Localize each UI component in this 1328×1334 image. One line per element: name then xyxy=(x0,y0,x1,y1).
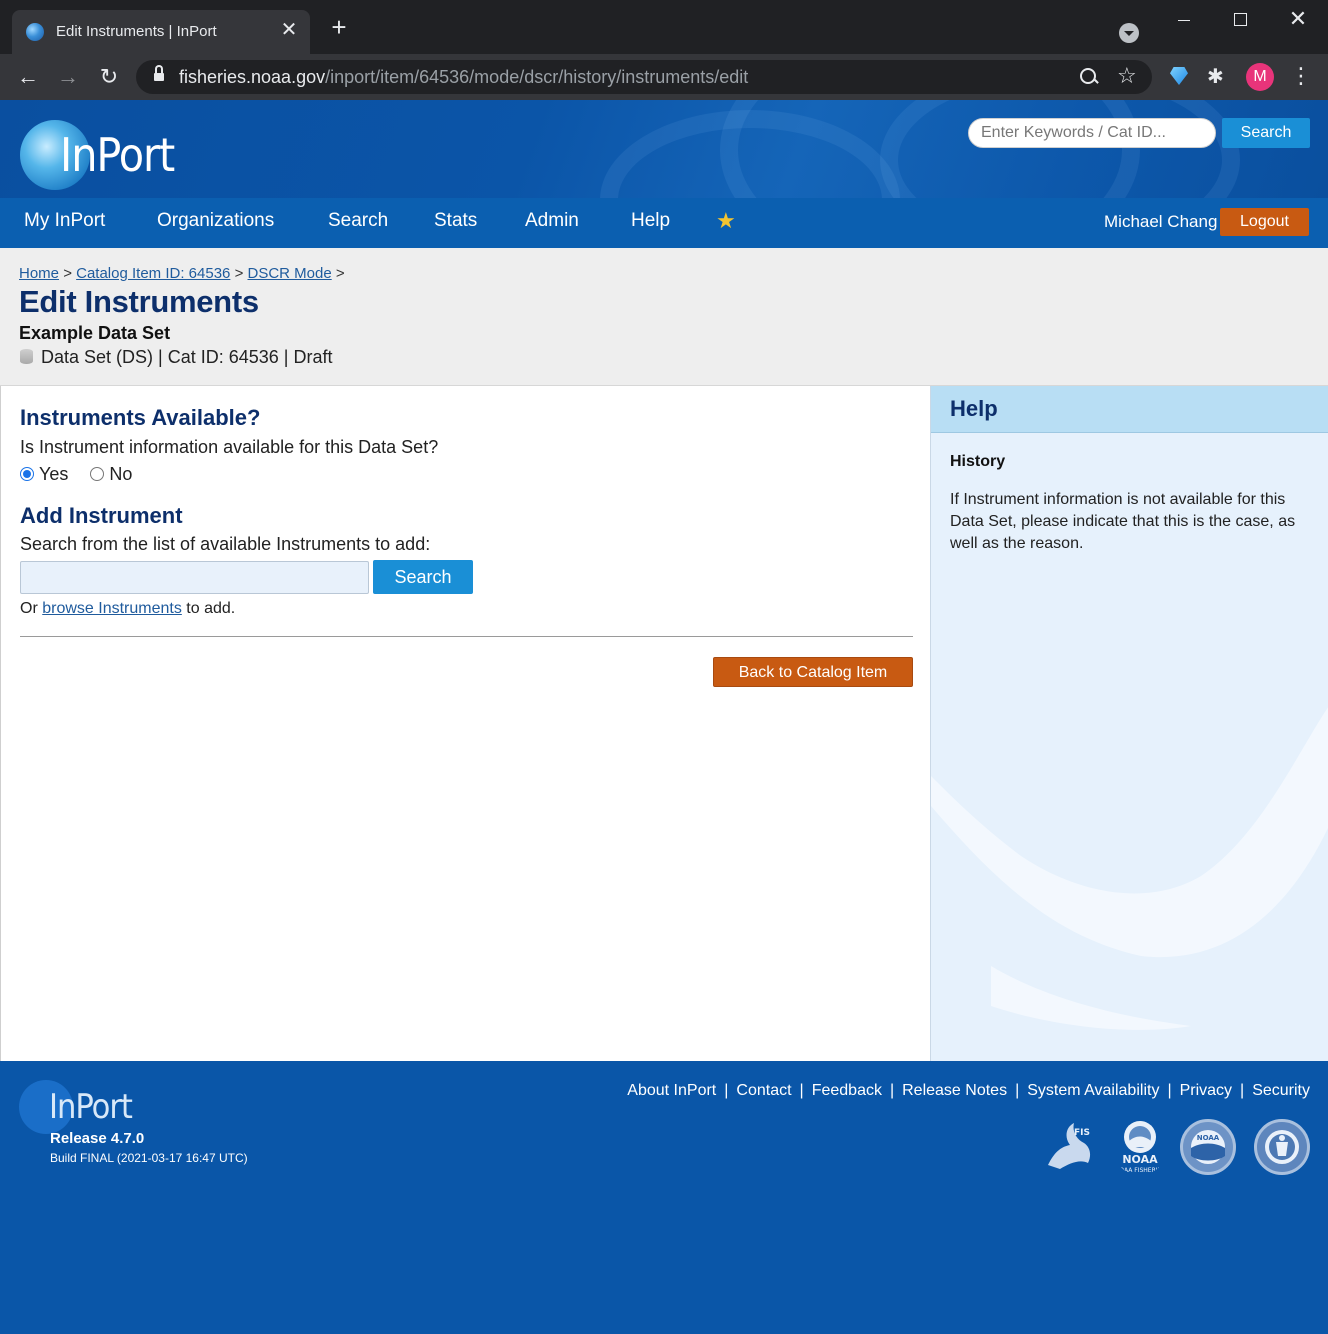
radio-no[interactable] xyxy=(90,467,105,481)
back-arrow-icon[interactable]: ← xyxy=(14,63,42,91)
footer-link-privacy[interactable]: Privacy xyxy=(1180,1082,1232,1099)
bookmark-star-icon[interactable]: ☆ xyxy=(1117,63,1137,89)
header-search-button[interactable]: Search xyxy=(1222,118,1310,148)
site-header: InPort Enter Keywords / Cat ID... Search xyxy=(0,100,1328,198)
release-version: Release 4.7.0 xyxy=(50,1130,145,1147)
breadcrumb-separator: > xyxy=(63,265,72,282)
back-to-catalog-item-button[interactable]: Back to Catalog Item xyxy=(713,657,913,687)
instruments-available-heading: Instruments Available? xyxy=(20,405,261,430)
help-subtitle: History xyxy=(950,453,1006,470)
noaa-seal-icon[interactable]: NOAA xyxy=(1180,1119,1236,1175)
browser-toolbar: ← → ↻ fisheries.noaa.gov/inport/item/645… xyxy=(0,54,1328,100)
footer-link-feedback[interactable]: Feedback xyxy=(812,1082,882,1099)
fis-logo-icon[interactable]: FIS xyxy=(1040,1119,1096,1175)
divider xyxy=(20,636,913,637)
help-title: Help xyxy=(950,396,998,421)
breadcrumb-dscr-mode[interactable]: DSCR Mode xyxy=(248,265,332,282)
breadcrumb-separator: > xyxy=(234,265,244,282)
breadcrumb-separator: > xyxy=(335,265,345,282)
browse-instruments-link[interactable]: browse Instruments xyxy=(42,600,182,617)
build-info: Build FINAL (2021-03-17 16:47 UTC) xyxy=(50,1151,248,1165)
page-title: Edit Instruments xyxy=(19,284,259,319)
inport-logo[interactable]: InPort xyxy=(20,120,175,190)
instruments-radio-group: Yes No xyxy=(20,464,132,485)
instrument-search-button[interactable]: Search xyxy=(373,560,473,594)
item-meta-text: Data Set (DS) | Cat ID: 64536 | Draft xyxy=(41,347,333,367)
close-window-icon[interactable]: ✕ xyxy=(1278,6,1318,32)
footer-logo-text[interactable]: InPort xyxy=(49,1087,133,1127)
help-header: Help xyxy=(931,386,1328,433)
header-wave-decoration xyxy=(880,100,1240,198)
main-content: Instruments Available? Is Instrument inf… xyxy=(0,386,930,1061)
reload-icon[interactable]: ↻ xyxy=(95,63,123,91)
noaa-seal-label: NOAA xyxy=(1197,1134,1220,1142)
radio-yes[interactable] xyxy=(20,467,34,481)
zoom-icon[interactable] xyxy=(1080,68,1098,86)
browser-tab-strip: Edit Instruments | InPort ✕ + ✕ xyxy=(0,0,1328,54)
help-panel: Help History If Instrument information i… xyxy=(930,386,1328,1061)
fis-seal-label: FIS xyxy=(1074,1128,1090,1138)
instruments-question: Is Instrument information available for … xyxy=(20,437,439,457)
breadcrumb-home[interactable]: Home xyxy=(19,265,59,282)
forward-arrow-icon[interactable]: → xyxy=(54,63,82,91)
item-meta: Data Set (DS) | Cat ID: 64536 | Draft xyxy=(20,347,332,368)
database-icon xyxy=(20,349,33,364)
logo-text: InPort xyxy=(60,128,175,182)
new-tab-icon[interactable]: + xyxy=(326,14,352,40)
close-tab-icon[interactable]: ✕ xyxy=(278,19,300,41)
help-body: If Instrument information is not availab… xyxy=(950,491,1296,552)
browse-line: Or browse Instruments to add. xyxy=(20,600,235,618)
url-text[interactable]: fisheries.noaa.gov/inport/item/64536/mod… xyxy=(179,67,748,88)
noaa-fisheries-logo-icon[interactable]: NOAA NOAA FISHERIES xyxy=(1112,1119,1168,1175)
address-bar[interactable]: fisheries.noaa.gov/inport/item/64536/mod… xyxy=(136,60,1152,94)
main-nav: My InPort Organizations Search Stats Adm… xyxy=(0,198,1328,248)
noaa-fisheries-seal-sublabel: NOAA FISHERIES xyxy=(1115,1167,1165,1174)
logout-button[interactable]: Logout xyxy=(1220,208,1309,236)
browser-menu-icon[interactable]: ⋮ xyxy=(1290,62,1312,92)
radio-no-label[interactable]: No xyxy=(109,464,132,484)
nav-my-inport[interactable]: My InPort xyxy=(24,210,105,232)
url-host: fisheries.noaa.gov xyxy=(179,67,326,87)
lock-icon[interactable] xyxy=(154,65,164,83)
nav-help[interactable]: Help xyxy=(631,210,670,232)
or-suffix: to add. xyxy=(186,600,236,617)
or-prefix: Or xyxy=(20,600,38,617)
tab-title: Edit Instruments | InPort xyxy=(56,23,217,40)
gem-extension-icon[interactable] xyxy=(1170,67,1188,85)
footer: InPort Release 4.7.0 Build FINAL (2021-0… xyxy=(0,1061,1328,1334)
extensions-puzzle-icon[interactable]: ✱ xyxy=(1207,64,1224,89)
nav-admin[interactable]: Admin xyxy=(525,210,579,232)
url-path: /inport/item/64536/mode/dscr/history/ins… xyxy=(325,67,749,87)
globe-favicon-icon xyxy=(26,23,44,41)
profile-avatar[interactable]: M xyxy=(1246,63,1274,91)
nav-organizations[interactable]: Organizations xyxy=(157,210,274,232)
noaa-fisheries-seal-label: NOAA xyxy=(1122,1153,1158,1166)
maximize-window-icon[interactable] xyxy=(1220,6,1260,32)
footer-link-security[interactable]: Security xyxy=(1252,1082,1310,1099)
title-band: Home > Catalog Item ID: 64536 > DSCR Mod… xyxy=(0,248,1328,386)
footer-link-about[interactable]: About InPort xyxy=(627,1082,716,1099)
item-name: Example Data Set xyxy=(19,323,171,343)
nav-stats[interactable]: Stats xyxy=(434,210,477,232)
user-name[interactable]: Michael Chang xyxy=(1104,212,1217,232)
breadcrumb: Home > Catalog Item ID: 64536 > DSCR Mod… xyxy=(19,265,345,282)
footer-links: About InPort | Contact | Feedback | Release No… xyxy=(627,1082,1310,1099)
instrument-search-input[interactable] xyxy=(20,561,369,594)
tab-search-icon[interactable] xyxy=(1119,23,1139,43)
radio-yes-label[interactable]: Yes xyxy=(39,464,68,484)
browser-tab[interactable]: Edit Instruments | InPort ✕ xyxy=(12,10,310,54)
breadcrumb-catalog-item[interactable]: Catalog Item ID: 64536 xyxy=(76,265,230,282)
keyword-search-input[interactable]: Enter Keywords / Cat ID... xyxy=(968,118,1216,148)
noaa-bird-watermark xyxy=(931,707,1328,1030)
add-instrument-heading: Add Instrument xyxy=(20,503,183,528)
add-instrument-prompt: Search from the list of available Instru… xyxy=(20,534,431,554)
minimize-window-icon[interactable] xyxy=(1164,6,1204,32)
favorites-star-icon[interactable]: ★ xyxy=(716,208,736,234)
footer-link-contact[interactable]: Contact xyxy=(736,1082,791,1099)
footer-link-system-availability[interactable]: System Availability xyxy=(1027,1082,1159,1099)
nav-search[interactable]: Search xyxy=(328,210,388,232)
department-of-commerce-seal-icon[interactable] xyxy=(1254,1119,1310,1175)
footer-link-release-notes[interactable]: Release Notes xyxy=(902,1082,1007,1099)
